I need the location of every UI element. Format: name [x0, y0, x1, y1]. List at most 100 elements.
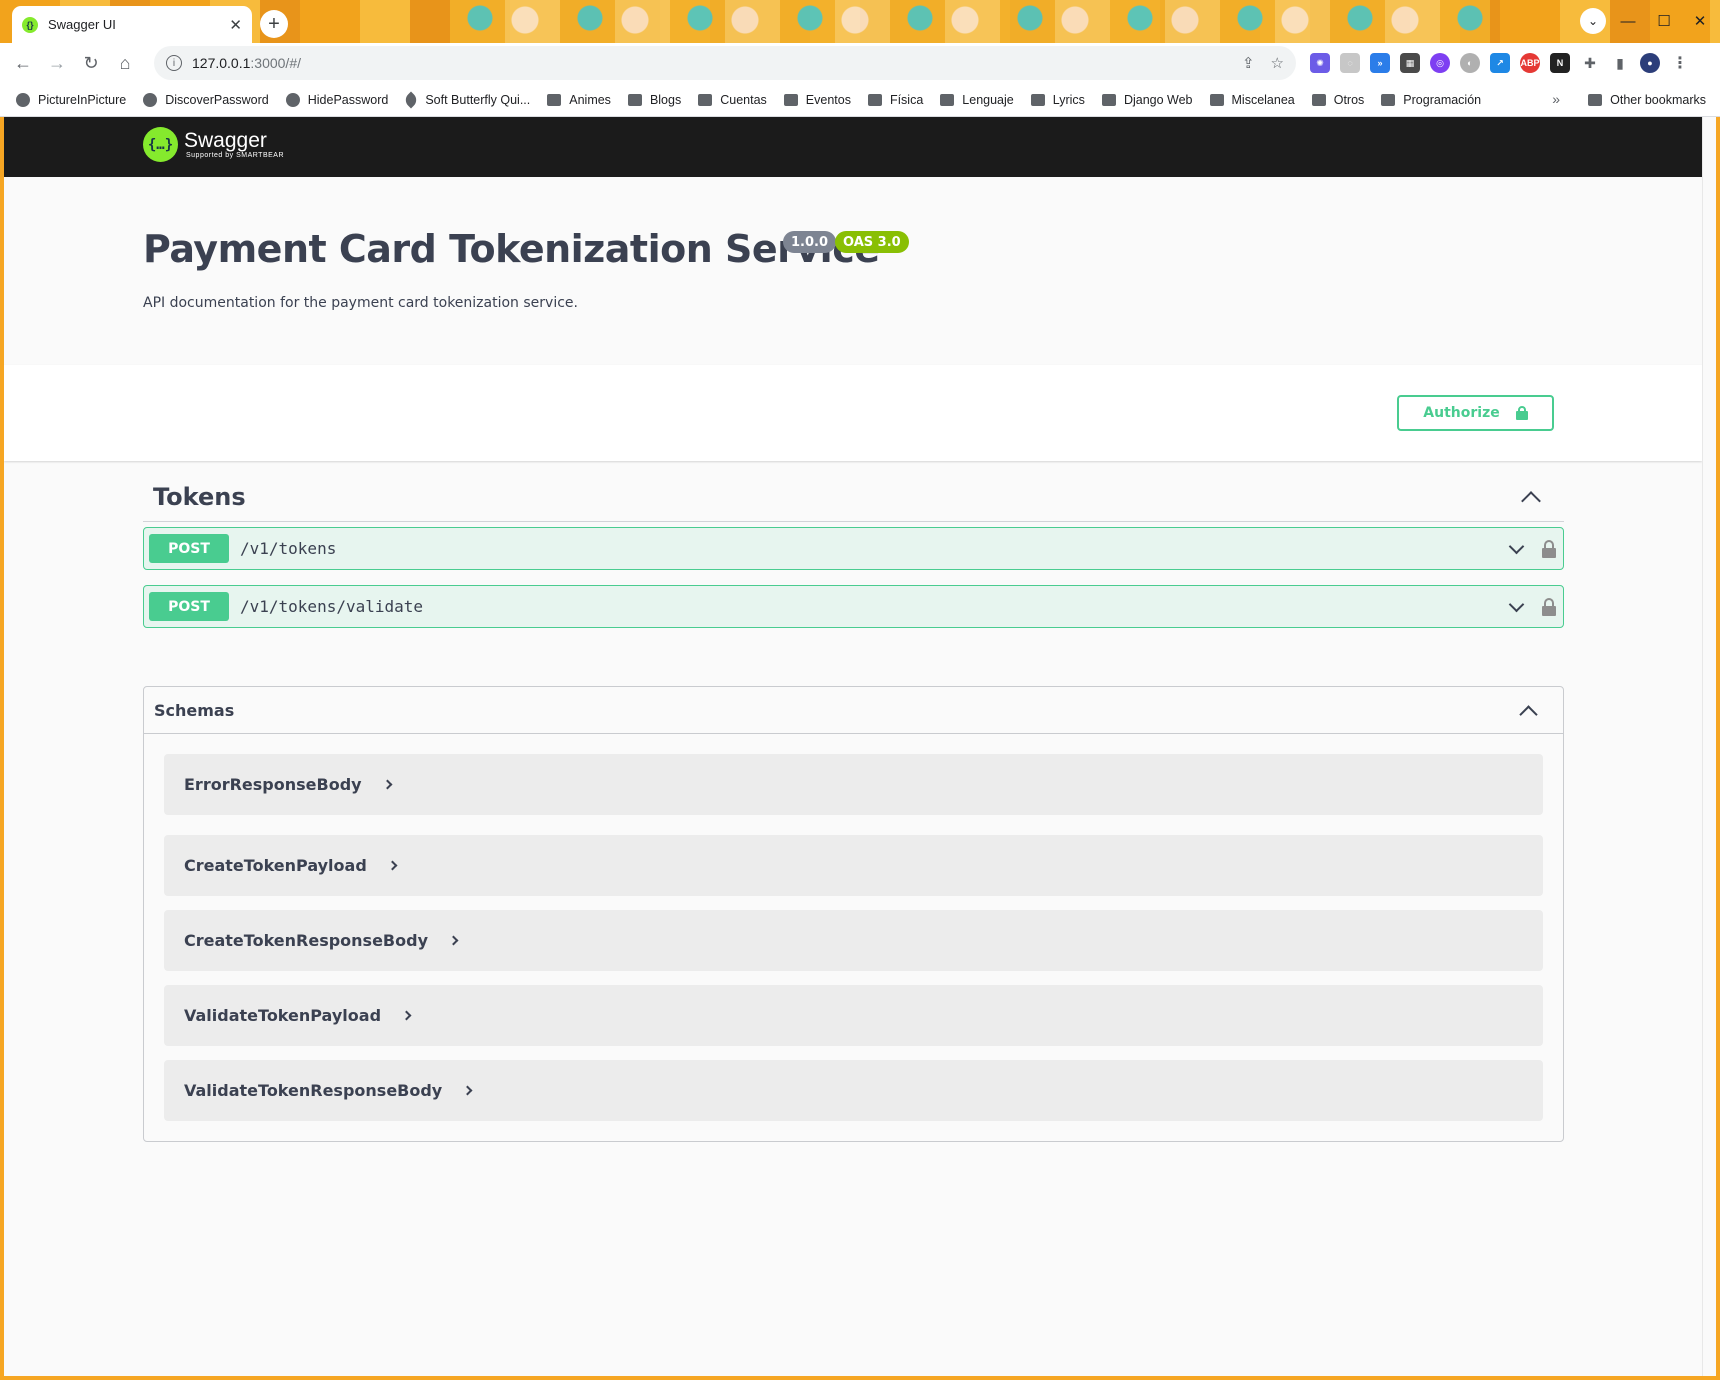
tab-search-icon[interactable]: ⌄: [1580, 8, 1606, 34]
model-name: ErrorResponseBody: [184, 775, 362, 794]
model-item[interactable]: ErrorResponseBody: [164, 754, 1543, 815]
reload-icon[interactable]: ↻: [76, 48, 106, 78]
extension-icon[interactable]: ↗: [1490, 53, 1510, 73]
adblock-icon[interactable]: ABP: [1520, 53, 1540, 73]
bookmark-label: Programación: [1403, 92, 1482, 107]
browser-tab[interactable]: {} Swagger UI ✕: [12, 6, 252, 43]
version-badge: 1.0.0: [783, 231, 837, 253]
folder-icon: [1209, 93, 1224, 106]
share-icon[interactable]: ⇪: [1242, 54, 1255, 72]
browser-toolbar: ← → ↻ ⌂ i 127.0.0.1 :3000/#/ ⇪ ☆ ✺ ◌ » ▦…: [0, 43, 1720, 83]
bookmark-item[interactable]: Cuentas: [698, 93, 767, 107]
lock-icon[interactable]: [1542, 539, 1556, 558]
operation-post-tokens-validate[interactable]: POST /v1/tokens/validate: [143, 585, 1564, 628]
chevron-right-icon: [401, 1010, 412, 1021]
bookmarks-bar: PictureInPicture DiscoverPassword HidePass…: [0, 83, 1720, 117]
operation-post-tokens[interactable]: POST /v1/tokens: [143, 527, 1564, 570]
chevron-right-icon: [382, 779, 393, 790]
bookmark-item[interactable]: DiscoverPassword: [143, 92, 269, 107]
other-bookmarks[interactable]: Other bookmarks: [1588, 83, 1706, 117]
bookmark-item[interactable]: Soft Butterfly Qui...: [402, 91, 530, 108]
more-bookmarks-icon[interactable]: »: [1552, 91, 1560, 107]
bookmark-label: Blogs: [649, 92, 682, 107]
bookmark-item[interactable]: PictureInPicture: [16, 92, 127, 107]
bookmark-label: HidePassword: [307, 92, 389, 107]
bookmark-star-icon[interactable]: ☆: [1271, 54, 1284, 72]
tag-name: Tokens: [153, 482, 246, 511]
profile-avatar[interactable]: ●: [1640, 53, 1660, 73]
chevron-down-icon[interactable]: [1508, 538, 1525, 554]
bookmark-item[interactable]: Física: [867, 93, 923, 107]
bookmark-label: Animes: [569, 92, 611, 107]
bookmark-item[interactable]: Django Web: [1101, 93, 1193, 107]
bookmark-item[interactable]: Programación: [1381, 93, 1481, 107]
bookmark-item[interactable]: Lyrics: [1030, 93, 1085, 107]
home-icon[interactable]: ⌂: [110, 48, 140, 78]
swagger-brand-sub: Supported by SMARTBEAR: [186, 152, 285, 159]
notion-icon[interactable]: N: [1550, 53, 1570, 73]
lock-icon[interactable]: [1542, 597, 1556, 616]
globe-icon: [16, 92, 30, 107]
forward-icon[interactable]: →: [42, 48, 72, 78]
bookmark-item[interactable]: HidePassword: [285, 92, 389, 107]
bookmark-item[interactable]: Blogs: [627, 92, 682, 107]
extension-icon[interactable]: »: [1370, 53, 1390, 73]
model-name: ValidateTokenPayload: [184, 1006, 382, 1025]
schemas-header[interactable]: Schemas: [144, 687, 1563, 734]
back-icon[interactable]: ←: [8, 48, 38, 78]
site-info-icon[interactable]: i: [166, 55, 182, 71]
tag-header[interactable]: Tokens: [143, 472, 1564, 522]
model-name: ValidateTokenResponseBody: [184, 1081, 443, 1100]
folder-icon: [1588, 94, 1603, 106]
extension-icon[interactable]: ◐: [1460, 53, 1480, 73]
browser-chrome: {} Swagger UI ✕ + ⌄ — ☐ ✕ ← → ↻ ⌂ i 127.…: [0, 0, 1720, 117]
model-item[interactable]: ValidateTokenResponseBody: [164, 1060, 1543, 1121]
new-tab-button[interactable]: +: [260, 10, 288, 38]
model-item[interactable]: ValidateTokenPayload: [164, 985, 1543, 1046]
bookmark-item[interactable]: Eventos: [783, 92, 851, 107]
maximize-icon[interactable]: ☐: [1650, 8, 1678, 34]
folder-icon: [1311, 93, 1326, 106]
tag-section-tokens: Tokens POST /v1/tokens POST /v1/tokens/v…: [143, 472, 1564, 643]
extension-icon[interactable]: ▦: [1400, 53, 1420, 73]
bookmark-item[interactable]: Lenguaje: [940, 93, 1014, 107]
extensions-bar: ✺ ◌ » ▦ ◎ ◐ ↗ ABP N ✚ ▮ ● ⋮: [1310, 53, 1690, 73]
folder-icon: [783, 93, 798, 106]
url-host: 127.0.0.1: [192, 55, 251, 71]
model-item[interactable]: CreateTokenResponseBody: [164, 910, 1543, 971]
bookmark-label: PictureInPicture: [38, 92, 127, 107]
folder-icon: [940, 93, 955, 106]
minimize-icon[interactable]: —: [1614, 8, 1642, 34]
chevron-down-icon[interactable]: [1508, 596, 1525, 612]
bookmark-item[interactable]: Animes: [547, 93, 611, 107]
authorize-button[interactable]: Authorize: [1397, 395, 1554, 431]
model-item[interactable]: CreateTokenPayload: [164, 835, 1543, 896]
extensions-puzzle-icon[interactable]: ✚: [1580, 53, 1600, 73]
bookmark-item[interactable]: Otros: [1311, 92, 1365, 107]
menu-kebab-icon[interactable]: ⋮: [1670, 53, 1690, 73]
page-title: Payment Card Tokenization Service: [143, 227, 880, 271]
authorize-label: Authorize: [1423, 405, 1500, 421]
bookmark-label: Otros: [1333, 92, 1365, 107]
address-bar[interactable]: i 127.0.0.1 :3000/#/ ⇪ ☆: [154, 46, 1296, 80]
extension-icon[interactable]: ◎: [1430, 53, 1450, 73]
window-controls: ⌄ — ☐ ✕: [1580, 8, 1714, 34]
close-tab-icon[interactable]: ✕: [229, 16, 242, 34]
close-window-icon[interactable]: ✕: [1686, 8, 1714, 34]
bookmark-label: Eventos: [805, 92, 851, 107]
theme-artwork: [450, 0, 1490, 43]
bookmark-label: DiscoverPassword: [165, 92, 269, 107]
extension-icon[interactable]: ✺: [1310, 53, 1330, 73]
bookmark-item[interactable]: Miscelanea: [1209, 93, 1295, 107]
side-panel-icon[interactable]: ▮: [1610, 53, 1630, 73]
oas-badge: OAS 3.0: [835, 231, 909, 253]
url-path: :3000/#/: [250, 55, 301, 71]
scrollbar[interactable]: [1702, 117, 1716, 1376]
swagger-logo[interactable]: {…} Swagger Supported by SMARTBEAR: [143, 127, 284, 162]
api-description: API documentation for the payment card t…: [143, 295, 578, 311]
extension-icon[interactable]: ◌: [1340, 53, 1360, 73]
method-badge: POST: [149, 534, 229, 563]
chevron-up-icon[interactable]: [1519, 704, 1538, 724]
chevron-up-icon[interactable]: [1521, 490, 1541, 511]
folder-icon: [1030, 93, 1045, 106]
